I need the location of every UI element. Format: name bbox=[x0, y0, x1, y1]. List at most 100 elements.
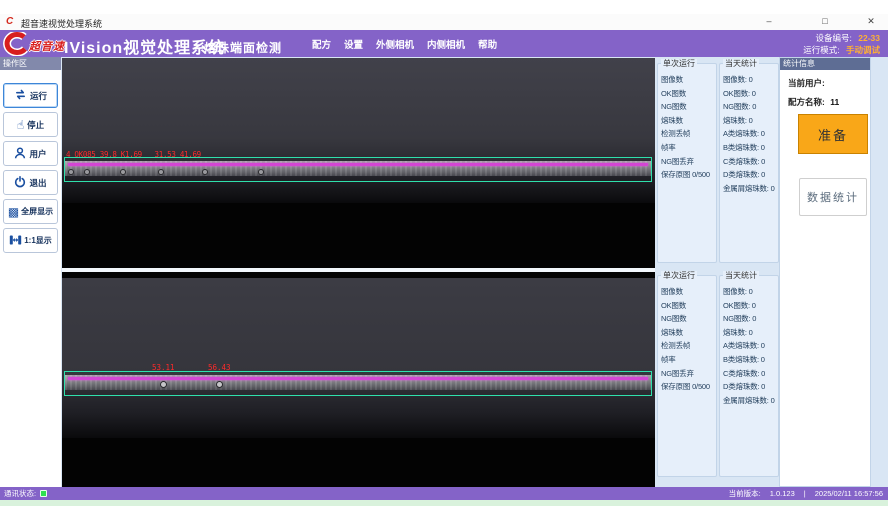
status-bar: 通讯状态: 当前版本: 1.0.123 | 2025/02/11 16:57:5… bbox=[0, 487, 888, 500]
stat-row: 图像数: 0 bbox=[723, 285, 778, 299]
app-subtitle: 熔珠端面检测 bbox=[204, 39, 282, 56]
app-header: 超音速 IVision视觉处理系统 熔珠端面检测 配方设置外侧相机内侧相机帮助 … bbox=[0, 30, 888, 58]
camera2-measurement-label: 53.11 bbox=[152, 363, 175, 372]
daily-stats-title: 当天统计 bbox=[723, 271, 759, 281]
camera1-feature-dot bbox=[68, 169, 74, 175]
close-button[interactable]: ✕ bbox=[860, 14, 882, 29]
run-button[interactable]: 运行 bbox=[3, 83, 58, 108]
app-window: C 超音速视觉处理系统 – □ ✕ 超音速 IVision视觉处理系统 熔珠端面… bbox=[0, 0, 888, 522]
stat-row: OK图数: 0 bbox=[723, 87, 778, 101]
hand-stop-icon: ☝ bbox=[17, 119, 24, 131]
menu-item[interactable]: 外侧相机 bbox=[376, 37, 414, 51]
camera2-feature-dot bbox=[216, 381, 223, 388]
operation-sidebar: 操作区 运行 ☝ 停止 用户 退出 bbox=[0, 57, 61, 487]
one-to-one-icon bbox=[9, 234, 22, 248]
inner-camera-view: 53.11 56.43 bbox=[62, 272, 655, 487]
user-button[interactable]: 用户 bbox=[3, 141, 58, 166]
status-separator: | bbox=[804, 489, 806, 498]
stop-label: 停止 bbox=[27, 119, 44, 131]
recipe-name-label: 配方名称: bbox=[788, 97, 825, 107]
run-mode-label: 运行模式: bbox=[803, 45, 839, 55]
stat-row: OK图数 bbox=[661, 87, 716, 101]
taskbar-strip bbox=[0, 500, 888, 506]
stat-row: B类熔珠数: 0 bbox=[723, 141, 778, 155]
version-label: 当前版本: bbox=[729, 488, 761, 499]
stat-row: NG图数: 0 bbox=[723, 312, 778, 326]
stop-button[interactable]: ☝ 停止 bbox=[3, 112, 58, 137]
stat-row: 保存原图 0/500 bbox=[661, 168, 716, 182]
stat-row: A类熔珠数: 0 bbox=[723, 339, 778, 353]
run-icon bbox=[14, 89, 27, 102]
camera1-measurement-text: 4 OK085 39.8 K1.69 31.53 41.69 bbox=[66, 150, 201, 159]
fullscreen-grid-icon: ▩ bbox=[8, 206, 19, 218]
camera1-feature-dot bbox=[158, 169, 164, 175]
sidebar-title: 操作区 bbox=[0, 57, 61, 70]
camera1-feature-dot bbox=[84, 169, 90, 175]
device-number-row: 设备编号: 22-33 bbox=[803, 32, 880, 44]
stat-row: 图像数: 0 bbox=[723, 73, 778, 87]
stat-row: C类熔珠数: 0 bbox=[723, 155, 778, 169]
camera1-weld-line bbox=[68, 163, 648, 166]
main-area: 操作区 运行 ☝ 停止 用户 退出 bbox=[0, 57, 888, 487]
stat-row: NG图丢弃 bbox=[661, 155, 716, 169]
camera1-feature-dot bbox=[202, 169, 208, 175]
maximize-button[interactable]: □ bbox=[814, 14, 836, 29]
comm-status-label: 通讯状态: bbox=[4, 488, 36, 499]
window-title: 超音速视觉处理系统 bbox=[21, 17, 102, 30]
stat-row: 帧率 bbox=[661, 353, 716, 367]
camera1-single-run-box: 单次运行 图像数OK图数NG图数熔珠数检测丢帧帧率NG图丢弃保存原图 0/500 bbox=[657, 63, 717, 263]
stat-row: D类熔珠数: 0 bbox=[723, 380, 778, 394]
info-panel-title: 统计信息 bbox=[780, 58, 870, 70]
single-run-rows: 图像数OK图数NG图数熔珠数检测丢帧帧率NG图丢弃保存原图 0/500 bbox=[661, 73, 716, 182]
app-logo-icon: C bbox=[6, 16, 13, 27]
stat-row: NG图数 bbox=[661, 100, 716, 114]
daily-stats-rows: 图像数: 0OK图数: 0NG图数: 0熔珠数: 0A类熔珠数: 0B类熔珠数:… bbox=[723, 285, 778, 407]
stat-row: 检测丢帧 bbox=[661, 339, 716, 353]
run-mode-value: 手动调试 bbox=[846, 45, 880, 55]
version-value: 1.0.123 bbox=[770, 489, 795, 498]
stat-row: 熔珠数 bbox=[661, 114, 716, 128]
os-titlebar: C 超音速视觉处理系统 – □ ✕ bbox=[0, 14, 888, 30]
stat-row: B类熔珠数: 0 bbox=[723, 353, 778, 367]
stat-row: 熔珠数: 0 bbox=[723, 114, 778, 128]
menu-item[interactable]: 内侧相机 bbox=[427, 37, 465, 51]
camera2-image bbox=[62, 278, 655, 438]
device-number-value: 22-33 bbox=[858, 33, 880, 43]
stat-row: OK图数: 0 bbox=[723, 299, 778, 313]
menu-item[interactable]: 设置 bbox=[344, 37, 363, 51]
one-to-one-button[interactable]: 1:1显示 bbox=[3, 228, 58, 253]
stat-row: 图像数 bbox=[661, 285, 716, 299]
one-to-one-label: 1:1显示 bbox=[24, 235, 52, 246]
stat-row: C类熔珠数: 0 bbox=[723, 367, 778, 381]
fullscreen-button[interactable]: ▩ 全屏显示 bbox=[3, 199, 58, 224]
stat-row: 图像数 bbox=[661, 73, 716, 87]
current-user-label: 当前用户: bbox=[788, 78, 825, 88]
camera1-feature-dot bbox=[258, 169, 264, 175]
daily-stats-rows: 图像数: 0OK图数: 0NG图数: 0熔珠数: 0A类熔珠数: 0B类熔珠数:… bbox=[723, 73, 778, 195]
ready-button[interactable]: 准备 bbox=[798, 114, 868, 154]
stat-row: 熔珠数 bbox=[661, 326, 716, 340]
menu-item[interactable]: 配方 bbox=[312, 37, 331, 51]
camera1-feature-dot bbox=[120, 169, 126, 175]
camera1-daily-stats-box: 当天统计 图像数: 0OK图数: 0NG图数: 0熔珠数: 0A类熔珠数: 0B… bbox=[719, 63, 779, 263]
recipe-name-row: 配方名称: 11 bbox=[788, 96, 870, 108]
brand-logo-text: 超音速 bbox=[29, 38, 65, 54]
minimize-button[interactable]: – bbox=[758, 14, 780, 29]
statistics-info-panel: 统计信息 当前用户: 配方名称: 11 准备 数据统计 bbox=[779, 57, 871, 487]
camera2-feature-dot bbox=[160, 381, 167, 388]
exit-label: 退出 bbox=[29, 177, 46, 189]
stat-row: 金属屑熔珠数: 0 bbox=[723, 182, 778, 196]
menu-item[interactable]: 帮助 bbox=[478, 37, 497, 51]
user-icon bbox=[14, 147, 26, 161]
exit-button[interactable]: 退出 bbox=[3, 170, 58, 195]
data-statistics-button[interactable]: 数据统计 bbox=[799, 178, 867, 216]
comm-status: 通讯状态: bbox=[4, 487, 47, 500]
user-label: 用户 bbox=[29, 148, 46, 160]
stat-row: NG图数 bbox=[661, 312, 716, 326]
version-datetime: 当前版本: 1.0.123 | 2025/02/11 16:57:56 bbox=[729, 487, 883, 500]
single-run-title: 单次运行 bbox=[661, 59, 697, 69]
datetime-value: 2025/02/11 16:57:56 bbox=[815, 489, 883, 498]
stat-row: NG图丢弃 bbox=[661, 367, 716, 381]
stat-row: NG图数: 0 bbox=[723, 100, 778, 114]
daily-stats-title: 当天统计 bbox=[723, 59, 759, 69]
